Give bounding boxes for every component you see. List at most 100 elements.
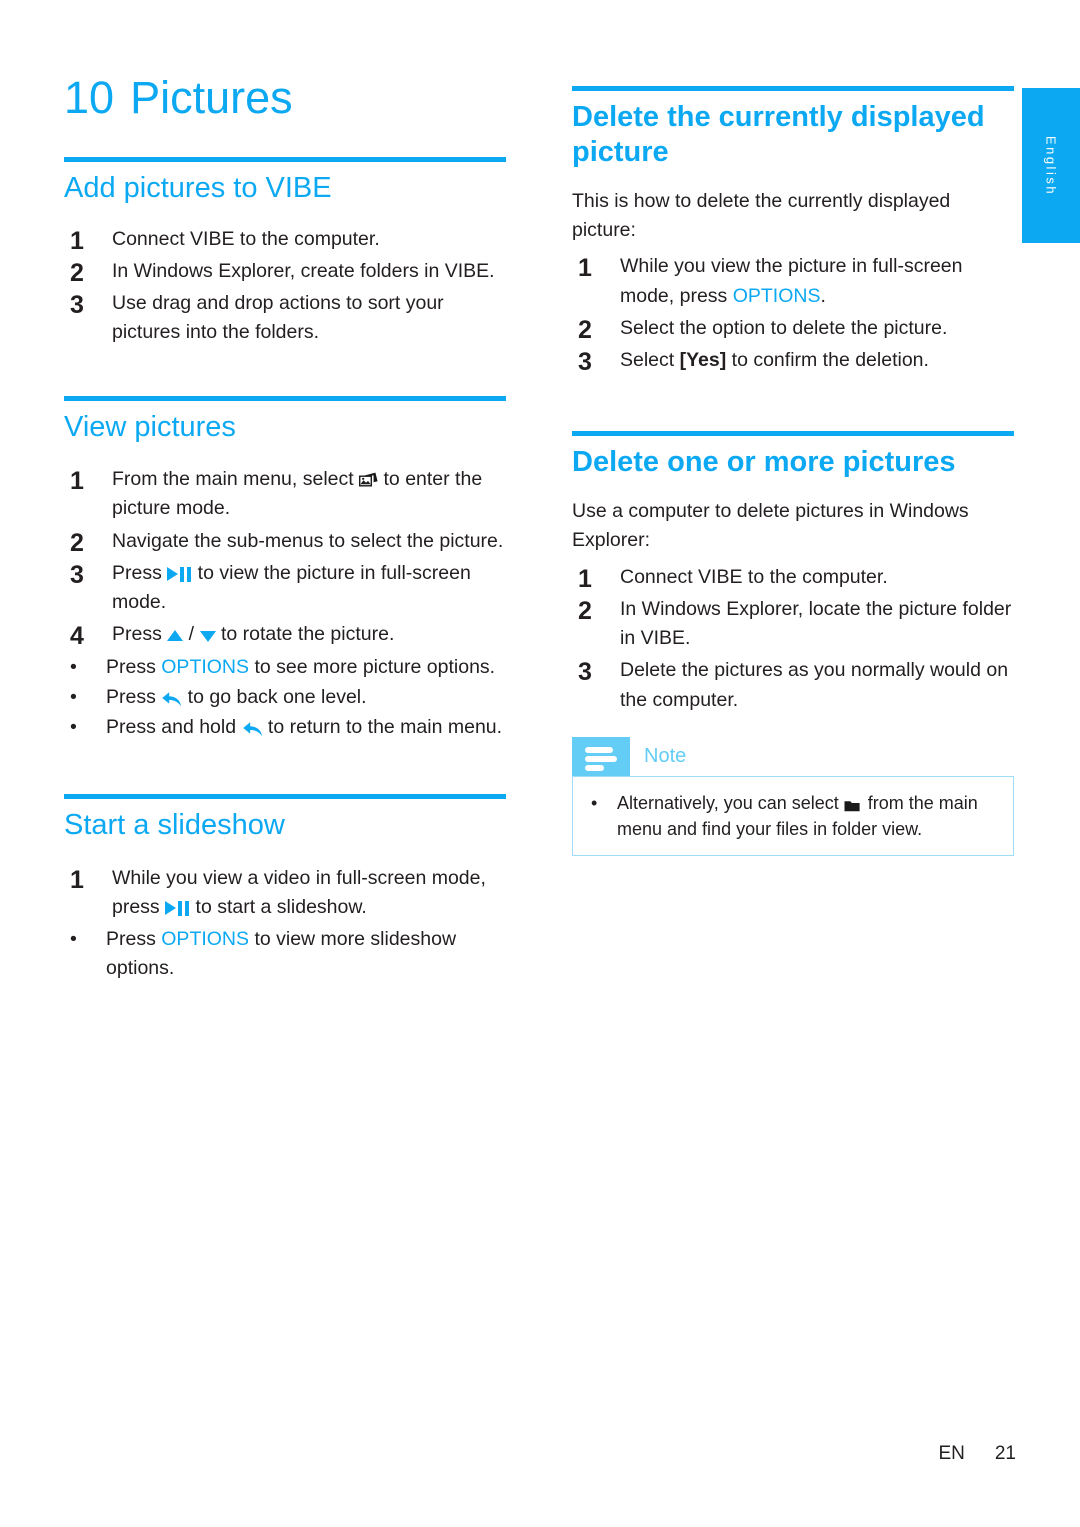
step-number: 1 (70, 467, 84, 495)
step-text-post: . (820, 284, 826, 307)
step-item: 1 From the main menu, select to enter th… (64, 465, 506, 524)
bullet-dot: • (70, 685, 77, 708)
step-text: Select the option to delete the picture. (620, 316, 948, 339)
step-number: 3 (70, 291, 84, 320)
step-text-pre: Press (112, 623, 168, 646)
bullet-dot: • (70, 928, 77, 951)
step-text-post: to start a slideshow. (190, 895, 367, 918)
step-item: 3 Select [Yes] to confirm the deletion. (572, 346, 1014, 376)
step-text-pre: Select (620, 349, 680, 372)
options-key-label: OPTIONS (732, 284, 821, 307)
chapter-title: Pictures (130, 72, 293, 123)
step-text-pre: From the main menu, select (112, 468, 360, 490)
bullet-dot: • (591, 792, 598, 813)
play-pause-icon (165, 900, 190, 916)
section-start-slideshow: Start a slideshow 1 While you view a vid… (64, 794, 506, 983)
page-title: 10 Pictures (64, 0, 506, 121)
step-text-post: to confirm the deletion. (726, 349, 929, 372)
section-rule (572, 431, 1014, 437)
bullet-text-pre: Press (106, 685, 162, 708)
steps-list: 1 While you view a video in full-screen … (64, 864, 506, 923)
step-item: 3 Press to view the picture in full-scre… (64, 559, 506, 618)
section-intro: This is how to delete the currently disp… (572, 189, 951, 241)
chapter-number: 10 (64, 72, 115, 123)
down-arrow-icon (199, 629, 216, 643)
step-item: 3 Delete the pictures as you normally wo… (572, 656, 1014, 715)
bullet-text-pre: Press (106, 655, 162, 678)
page: English 10 Pictures Add pictures to VIBE … (0, 0, 1080, 1527)
step-text: Navigate the sub-menus to select the pic… (112, 529, 504, 552)
step-item: 2 Select the option to delete the pictur… (572, 314, 1014, 344)
back-arrow-icon (161, 688, 182, 706)
step-number: 3 (578, 658, 592, 687)
step-text: Delete the pictures as you normally woul… (620, 659, 1009, 711)
step-item: 1 Connect VIBE to the computer. (64, 225, 506, 255)
note-body: • Alternatively, you can select from the … (572, 775, 1014, 856)
step-text: Connect VIBE to the computer. (112, 227, 380, 250)
picture-mode-icon (359, 469, 378, 487)
step-text-pre: Press (112, 561, 168, 584)
section-add-pictures: Add pictures to VIBE 1 Connect VIBE to t… (64, 157, 506, 347)
section-heading: Add pictures to VIBE (64, 172, 332, 205)
step-text: Use drag and drop actions to sort your p… (112, 292, 444, 344)
section-view-pictures: View pictures 1 From the main menu, sele… (64, 395, 506, 743)
steps-list: 1 Connect VIBE to the computer. 2 In Win… (64, 225, 506, 348)
step-item: 1 Connect VIBE to the computer. (572, 563, 1014, 593)
language-tab-label: English (1043, 135, 1059, 196)
step-item: 2 Navigate the sub-menus to select the p… (64, 527, 506, 557)
note-bullets: • Alternatively, you can select from the … (583, 790, 999, 842)
section-intro: Use a computer to delete pictures in Win… (572, 499, 969, 551)
left-column: 10 Pictures Add pictures to VIBE 1 Connec… (64, 0, 506, 985)
step-item: 2 In Windows Explorer, locate the pictur… (572, 595, 1014, 654)
bullet-text-post: to return to the main menu. (262, 716, 503, 738)
section-rule (64, 395, 506, 401)
bullet-text-pre: Press (106, 928, 162, 951)
bullet-text-post: to go back one level. (182, 685, 367, 708)
step-text: In Windows Explorer, create folders in V… (112, 259, 495, 282)
options-key-label: OPTIONS (161, 655, 250, 678)
note-callout: Note • Alternatively, you can select from… (572, 736, 1014, 856)
bullet-dot: • (70, 655, 77, 678)
bullet-item: • Press to go back one level. (64, 683, 506, 712)
footer-language-code: EN (938, 1443, 965, 1464)
step-item: 2 In Windows Explorer, create folders in… (64, 257, 506, 287)
up-arrow-icon (167, 629, 184, 643)
step-item: 3 Use drag and drop actions to sort your… (64, 289, 506, 348)
section-rule (572, 86, 1014, 91)
steps-list: 1 Connect VIBE to the computer. 2 In Win… (572, 563, 1014, 715)
back-arrow-icon (242, 718, 263, 737)
note-bullet-item: • Alternatively, you can select from the … (583, 790, 999, 842)
section-heading: Delete the currently displayed picture (572, 101, 985, 169)
bullet-text-pre: Press and hold (106, 716, 242, 738)
footer-page-number: 21 (994, 1443, 1016, 1464)
step-item: 4 Press / to rotate the picture. (64, 620, 506, 650)
steps-list: 1 From the main menu, select to enter th… (64, 465, 506, 650)
bullet-item: • Press OPTIONS to view more slideshow op… (64, 925, 506, 984)
bullets-list: • Press OPTIONS to see more picture optio… (64, 653, 506, 743)
language-tab: English (1022, 88, 1080, 243)
step-number: 2 (578, 596, 592, 625)
step-number: 3 (70, 560, 84, 589)
step-text-post: to rotate the picture. (215, 623, 395, 646)
note-title: Note (644, 744, 687, 767)
step-item: 1 While you view the picture in full-scr… (572, 252, 1014, 311)
step-number: 1 (578, 254, 592, 283)
section-heading: View pictures (64, 410, 236, 443)
step-number: 4 (70, 622, 84, 651)
section-delete-multiple-pictures: Delete one or more pictures Use a comput… (572, 431, 1014, 714)
step-number: 1 (70, 865, 84, 894)
play-pause-icon (167, 566, 192, 582)
step-number: 3 (578, 348, 592, 377)
note-header: Note (572, 736, 1014, 776)
section-delete-current-picture: Delete the currently displayed picture T… (572, 86, 1014, 376)
yes-key-label: [Yes] (679, 349, 727, 372)
section-heading: Delete one or more pictures (572, 446, 956, 479)
right-column: Delete the currently displayed picture T… (572, 0, 1014, 856)
note-text-pre: Alternatively, you can select (617, 792, 844, 813)
step-item: 1 While you view a video in full-screen … (64, 864, 506, 923)
note-lines-icon (572, 736, 630, 776)
folder-icon (844, 794, 863, 812)
options-key-label: OPTIONS (161, 928, 250, 951)
bullet-item: • Press and hold to return to the main me… (64, 713, 506, 742)
bullet-dot: • (70, 716, 77, 738)
